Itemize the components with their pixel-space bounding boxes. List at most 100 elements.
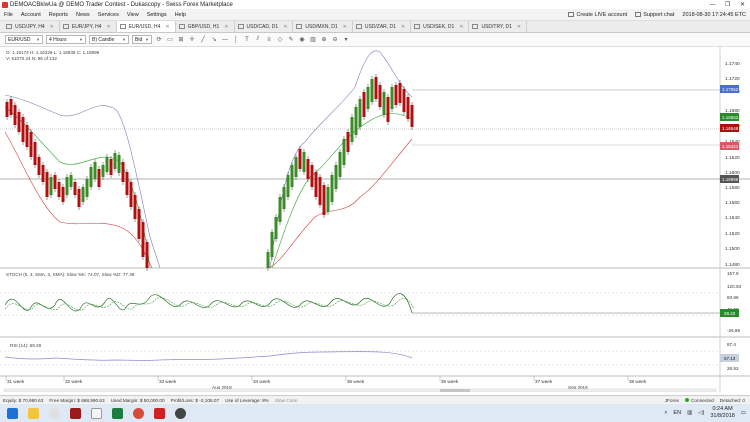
- close-tab-icon[interactable]: ✕: [401, 24, 405, 30]
- menu-news[interactable]: News: [72, 12, 94, 18]
- candle-body[interactable]: [105, 157, 109, 172]
- candle-body[interactable]: [93, 162, 97, 179]
- price-side-select[interactable]: Bid ▼: [132, 35, 152, 44]
- language-indicator[interactable]: EN: [673, 410, 681, 416]
- candle-body[interactable]: [322, 185, 326, 215]
- candle-body[interactable]: [394, 85, 398, 105]
- candle-body[interactable]: [37, 157, 41, 175]
- candle-body[interactable]: [310, 165, 314, 187]
- candle-body[interactable]: [45, 172, 49, 197]
- candle-body[interactable]: [410, 105, 414, 127]
- close-button[interactable]: ✕: [735, 0, 750, 9]
- candle-body[interactable]: [21, 117, 25, 142]
- candle-body[interactable]: [378, 85, 382, 107]
- candle-body[interactable]: [278, 197, 282, 222]
- candle-body[interactable]: [334, 165, 338, 189]
- close-tab-icon[interactable]: ✕: [459, 24, 463, 30]
- tab-gbpusd[interactable]: GBP/USD, H1 ✕: [176, 21, 235, 32]
- taskbar-app-excel[interactable]: [109, 405, 126, 422]
- volume-icon[interactable]: ◁): [698, 410, 704, 416]
- candle-body[interactable]: [306, 159, 310, 179]
- trash-icon[interactable]: ▥: [309, 36, 317, 44]
- candle-body[interactable]: [362, 92, 366, 117]
- candle-body[interactable]: [17, 112, 21, 132]
- instrument-select[interactable]: EUR/USD ▼: [5, 35, 43, 44]
- candle-body[interactable]: [9, 99, 13, 115]
- candle-body[interactable]: [25, 125, 29, 147]
- menu-reports[interactable]: Reports: [45, 12, 72, 18]
- candle-body[interactable]: [33, 142, 37, 165]
- price-chart[interactable]: STOCH (5, 3, SMA, 3, SMA): Slow %K: 74.0…: [0, 47, 750, 392]
- candle-body[interactable]: [390, 87, 394, 109]
- horizontal-scrollbar[interactable]: [3, 388, 717, 392]
- scrollbar-thumb[interactable]: [440, 389, 470, 392]
- candle-body[interactable]: [350, 117, 354, 142]
- candle-body[interactable]: [129, 182, 133, 207]
- tab-usdzar[interactable]: USD/ZAR, D1 ✕: [353, 21, 412, 32]
- channel-icon[interactable]: ⫽: [254, 36, 262, 44]
- close-tab-icon[interactable]: ✕: [224, 24, 228, 30]
- taskbar-app-doc[interactable]: [88, 405, 105, 422]
- taskbar-clock[interactable]: 0:24 AM 31/8/2018: [710, 406, 734, 420]
- eye-icon[interactable]: ◉: [298, 36, 306, 44]
- menu-services[interactable]: Services: [94, 12, 123, 18]
- candle-body[interactable]: [125, 172, 129, 195]
- candle-body[interactable]: [61, 187, 65, 202]
- candle-body[interactable]: [53, 175, 57, 189]
- candle-body[interactable]: [69, 175, 73, 187]
- menu-view[interactable]: View: [123, 12, 143, 18]
- candle-body[interactable]: [366, 87, 370, 109]
- candle-body[interactable]: [338, 152, 342, 177]
- close-tab-icon[interactable]: ✕: [283, 24, 287, 30]
- candle-body[interactable]: [77, 189, 81, 207]
- candle-body[interactable]: [141, 222, 145, 257]
- tray-up-icon[interactable]: ˄: [664, 410, 667, 416]
- tab-usdmxn[interactable]: USD/MXN, D1 ✕: [293, 21, 353, 32]
- zoom-out-icon[interactable]: ⊖: [331, 36, 339, 44]
- chart-type-select[interactable]: B) Candle ▼: [89, 35, 129, 44]
- maximize-button[interactable]: ❐: [720, 0, 735, 9]
- more-icon[interactable]: ▾: [342, 36, 350, 44]
- crosshair-icon[interactable]: ✛: [188, 36, 196, 44]
- taskbar-app-chrome[interactable]: [130, 405, 147, 422]
- period-select[interactable]: 4 Hours ▼: [46, 35, 86, 44]
- candle-body[interactable]: [298, 149, 302, 169]
- fibonacci-icon[interactable]: ≡: [265, 36, 273, 44]
- candle-body[interactable]: [374, 77, 378, 99]
- tab-eurusd[interactable]: EUR/USD, H4 ✕: [116, 21, 176, 32]
- candle-body[interactable]: [270, 232, 274, 257]
- tab-usdcad[interactable]: USD/CAD, D1 ✕: [235, 21, 294, 32]
- fit-icon[interactable]: ⊞: [177, 36, 185, 44]
- taskbar-app-other[interactable]: [172, 405, 189, 422]
- tab-eurjpy[interactable]: EUR/JPY, H4 ✕: [60, 21, 117, 32]
- notifications-icon[interactable]: ▭: [741, 410, 746, 416]
- candle-body[interactable]: [354, 107, 358, 135]
- minimize-button[interactable]: —: [705, 0, 720, 9]
- candle-body[interactable]: [13, 105, 17, 125]
- candle-body[interactable]: [358, 99, 362, 127]
- candle-body[interactable]: [370, 79, 374, 102]
- close-tab-icon[interactable]: ✕: [343, 24, 347, 30]
- candle-body[interactable]: [145, 242, 149, 268]
- taskbar-app-media[interactable]: [46, 405, 63, 422]
- candle-body[interactable]: [286, 175, 290, 197]
- close-tab-icon[interactable]: ✕: [107, 24, 111, 30]
- candle-body[interactable]: [402, 89, 406, 112]
- candle-body[interactable]: [386, 97, 390, 122]
- candle-body[interactable]: [398, 83, 402, 103]
- candle-body[interactable]: [382, 92, 386, 115]
- create-live-link[interactable]: Create LIVE account: [568, 12, 627, 18]
- candle-body[interactable]: [113, 153, 117, 169]
- menu-settings[interactable]: Settings: [143, 12, 171, 18]
- candle-body[interactable]: [137, 209, 141, 239]
- candle-body[interactable]: [274, 217, 278, 239]
- candle-body[interactable]: [81, 187, 85, 202]
- candle-body[interactable]: [73, 182, 77, 195]
- menu-file[interactable]: File: [0, 12, 17, 18]
- tab-usdjpy[interactable]: USD/JPY, H4 ✕: [3, 21, 60, 32]
- shape-icon[interactable]: ◇: [276, 36, 284, 44]
- candle-body[interactable]: [5, 102, 9, 117]
- tab-usdtry[interactable]: USD/TRY, D1 ✕: [469, 21, 528, 32]
- candle-body[interactable]: [117, 155, 121, 173]
- close-tab-icon[interactable]: ✕: [165, 24, 169, 30]
